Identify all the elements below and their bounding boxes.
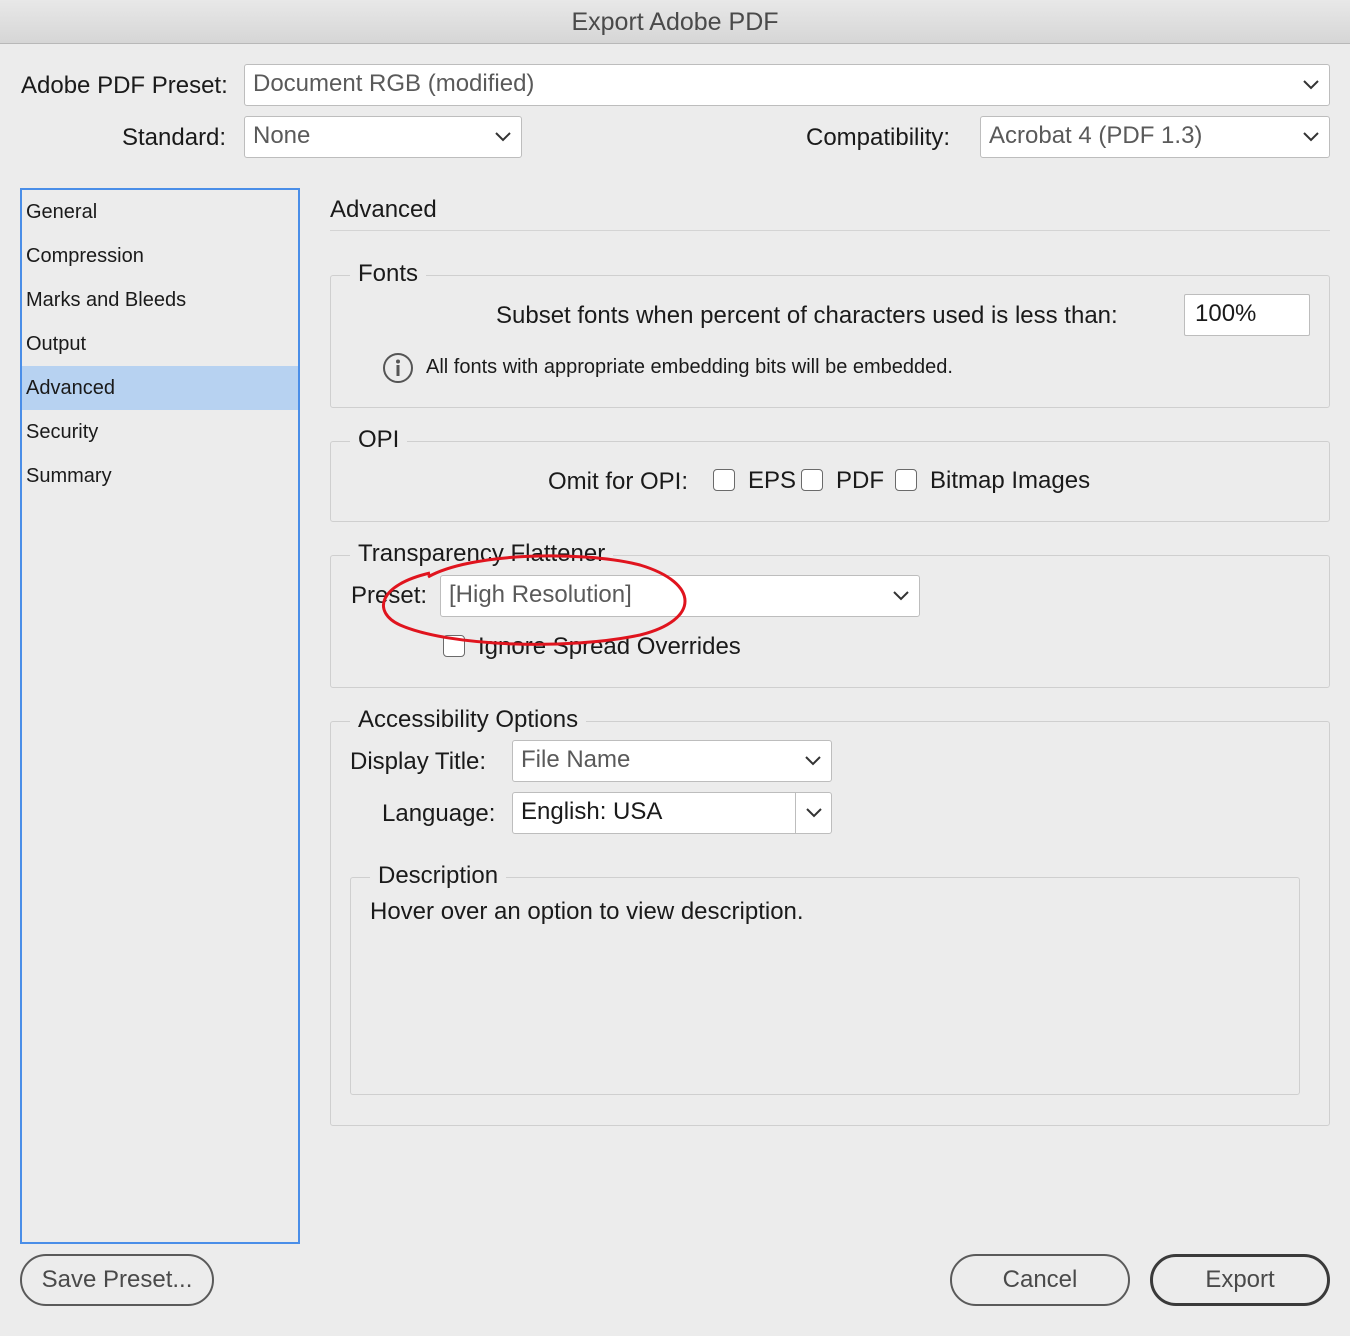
save-preset-button[interactable]: Save Preset... — [20, 1254, 214, 1306]
preset-value: Document RGB (modified) — [253, 70, 535, 97]
chevron-down-icon — [1301, 117, 1321, 157]
category-list[interactable]: General Compression Marks and Bleeds Out… — [20, 188, 300, 1244]
chevron-down-icon — [891, 576, 911, 616]
annotation-ellipse — [382, 554, 687, 646]
standard-select[interactable]: None — [244, 116, 522, 158]
cancel-button[interactable]: Cancel — [950, 1254, 1130, 1306]
compatibility-select[interactable]: Acrobat 4 (PDF 1.3) — [980, 116, 1330, 158]
eps-label: EPS — [748, 467, 797, 494]
sidebar-item-summary[interactable]: Summary — [22, 454, 298, 498]
bitmap-images-checkbox[interactable] — [895, 469, 917, 491]
eps-checkbox[interactable] — [713, 469, 735, 491]
subset-fonts-input[interactable]: 100% — [1184, 294, 1310, 336]
window-title: Export Adobe PDF — [571, 8, 779, 36]
export-button[interactable]: Export — [1150, 1254, 1330, 1306]
preset-select[interactable]: Document RGB (modified) — [244, 64, 1330, 106]
title-bar: Export Adobe PDF — [0, 0, 1350, 44]
heading-divider — [330, 230, 1330, 231]
language-combobox[interactable]: English: USA — [512, 792, 832, 834]
pdf-checkbox[interactable] — [801, 469, 823, 491]
fonts-legend: Fonts — [350, 260, 427, 288]
accessibility-legend: Accessibility Options — [350, 706, 587, 734]
omit-opi-label: Omit for OPI: — [548, 468, 689, 495]
opi-group — [330, 441, 1330, 522]
opi-legend: OPI — [350, 426, 408, 454]
fonts-info-text: All fonts with appropriate embedding bit… — [426, 356, 953, 378]
pdf-label: PDF — [836, 467, 884, 494]
standard-label: Standard: — [122, 124, 227, 151]
sidebar-item-output[interactable]: Output — [22, 322, 298, 366]
subset-fonts-label: Subset fonts when percent of characters … — [496, 302, 1118, 329]
chevron-down-icon — [493, 117, 513, 157]
subset-fonts-value: 100% — [1195, 300, 1257, 327]
description-text: Hover over an option to view description… — [370, 898, 804, 925]
chevron-down-icon — [1301, 65, 1321, 105]
chevron-down-icon — [803, 741, 823, 781]
sidebar-item-compression[interactable]: Compression — [22, 234, 298, 278]
sidebar-item-security[interactable]: Security — [22, 410, 298, 454]
display-title-value: File Name — [521, 746, 631, 773]
chevron-down-icon — [805, 808, 822, 818]
section-heading: Advanced — [330, 196, 437, 223]
language-value: English: USA — [521, 798, 663, 825]
preset-label: Adobe PDF Preset: — [21, 72, 228, 99]
sidebar-item-advanced[interactable]: Advanced — [22, 366, 298, 410]
standard-value: None — [253, 122, 311, 149]
compatibility-label: Compatibility: — [806, 124, 951, 151]
sidebar-item-marks-and-bleeds[interactable]: Marks and Bleeds — [22, 278, 298, 322]
description-legend: Description — [370, 862, 507, 890]
display-title-label: Display Title: — [350, 748, 487, 775]
language-label: Language: — [382, 800, 496, 827]
display-title-select[interactable]: File Name — [512, 740, 832, 782]
compatibility-value: Acrobat 4 (PDF 1.3) — [989, 122, 1203, 149]
language-dropdown-button[interactable] — [795, 793, 831, 833]
bitmap-images-label: Bitmap Images — [930, 467, 1091, 494]
sidebar-item-general[interactable]: General — [22, 190, 298, 234]
info-icon — [382, 352, 414, 384]
fonts-group — [330, 275, 1330, 408]
